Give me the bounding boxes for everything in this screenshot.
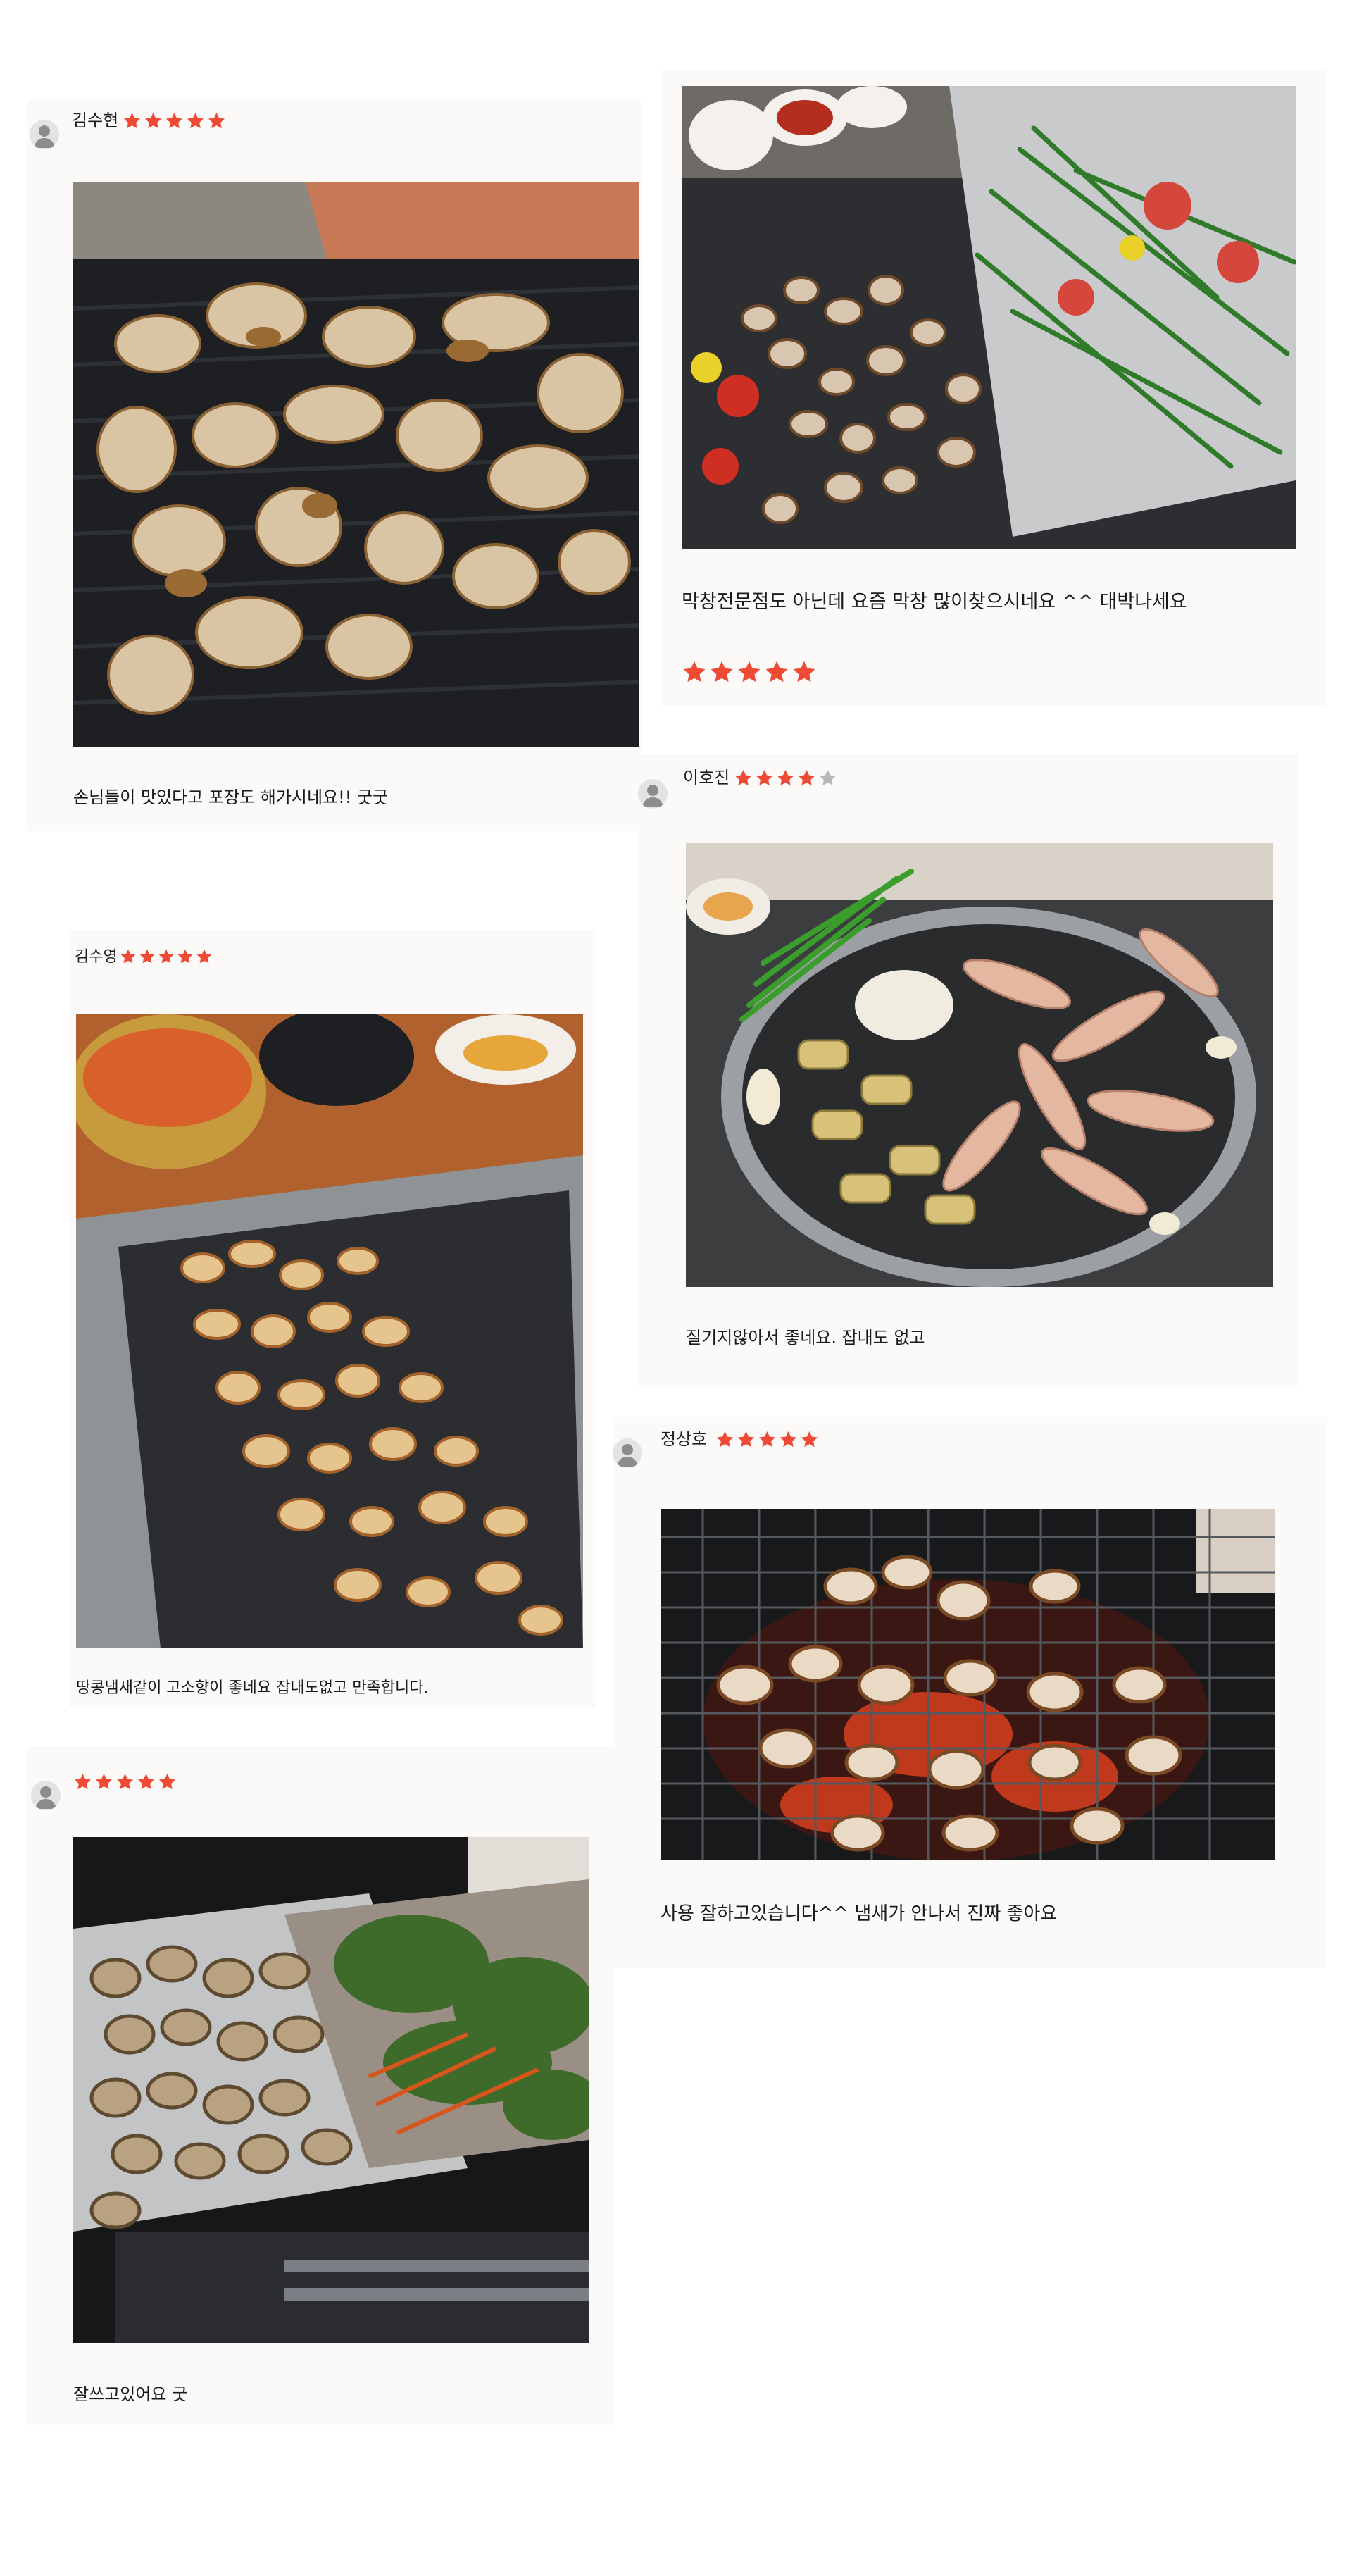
star-icon — [756, 770, 773, 786]
review-text: 막창전문점도 아닌데 요즘 막창 많이찾으시네요 ^^ 대박나세요 — [682, 591, 1187, 613]
review-photo[interactable] — [76, 1014, 583, 1648]
star-icon — [798, 770, 815, 786]
reviewer-name: 김수현 — [72, 111, 119, 130]
review-card: 잘쓰고있어요 굿 — [27, 1746, 613, 2425]
review-card: 정상호 사용 잘하고있습니다^^ 냄새가 안나서 진짜 좋아요 — [613, 1417, 1327, 1968]
star-rating — [120, 948, 213, 965]
star-icon — [123, 113, 141, 129]
star-icon — [95, 1774, 113, 1790]
avatar-icon — [638, 779, 668, 809]
star-icon — [74, 1774, 92, 1790]
star-icon — [139, 949, 155, 964]
reviewer-name: 이호진 — [683, 768, 730, 788]
star-icon — [711, 661, 733, 683]
star-icon — [801, 1431, 818, 1448]
review-photo[interactable] — [686, 843, 1273, 1287]
review-photo[interactable] — [661, 1509, 1275, 1860]
star-icon — [734, 770, 752, 786]
star-icon — [116, 1774, 134, 1790]
star-icon — [158, 1774, 176, 1790]
star-rating — [682, 659, 817, 685]
avatar-icon — [30, 120, 59, 149]
review-card: 이호진 질기지않아서 좋네요. 잡내도 없고 — [638, 754, 1298, 1388]
reviewer-name: 정상호 — [661, 1429, 708, 1449]
star-rating — [123, 111, 226, 130]
star-icon — [187, 113, 204, 129]
star-icon — [765, 661, 788, 683]
review-text: 잘쓰고있어요 굿 — [73, 2384, 188, 2404]
star-icon — [144, 113, 162, 129]
star-icon — [738, 661, 760, 683]
review-photo[interactable] — [682, 86, 1296, 549]
star-icon — [137, 1774, 155, 1790]
review-card: 김수현 손님들이 맛있다고 포장도 해가시네요!! 굿굿 — [27, 99, 641, 831]
reviewer-name: 김수영 — [75, 948, 118, 966]
star-rating — [734, 769, 837, 788]
review-text: 질기지않아서 좋네요. 잡내도 없고 — [686, 1328, 925, 1348]
review-card: 막창전문점도 아닌데 요즘 막창 많이찾으시네요 ^^ 대박나세요 — [662, 70, 1326, 706]
review-text: 손님들이 맛있다고 포장도 해가시네요!! 굿굿 — [73, 788, 389, 807]
star-rating — [73, 1772, 177, 1791]
review-card: 김수영 땅콩냄새같이 고소향이 좋네요 잡내도없고 만족합니다. — [69, 930, 596, 1707]
review-text: 사용 잘하고있습니다^^ 냄새가 안나서 진짜 좋아요 — [661, 1903, 1058, 1924]
review-text: 땅콩냄새같이 고소향이 좋네요 잡내도없고 만족합니다. — [76, 1679, 429, 1697]
star-icon — [758, 1431, 776, 1448]
star-icon — [716, 1431, 734, 1448]
star-icon — [177, 949, 193, 964]
star-icon — [165, 113, 183, 129]
star-icon — [683, 661, 706, 683]
star-icon — [158, 949, 174, 964]
avatar-icon — [31, 1781, 61, 1810]
star-icon — [793, 661, 815, 683]
star-icon — [120, 949, 136, 964]
star-icon — [780, 1431, 797, 1448]
star-icon — [737, 1431, 755, 1448]
avatar-icon — [613, 1438, 642, 1468]
star-icon — [819, 770, 837, 786]
star-icon — [196, 949, 212, 964]
review-photo[interactable] — [73, 1837, 589, 2343]
star-icon — [208, 113, 225, 129]
star-rating — [715, 1430, 819, 1449]
review-photo[interactable] — [73, 182, 639, 747]
star-icon — [777, 770, 794, 786]
